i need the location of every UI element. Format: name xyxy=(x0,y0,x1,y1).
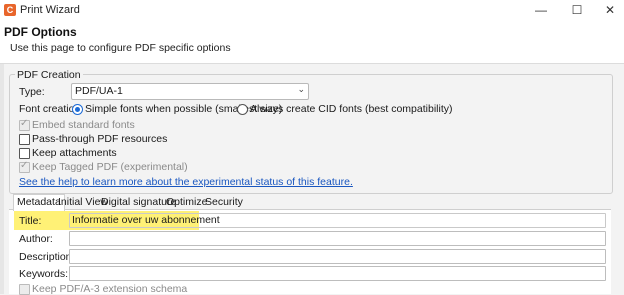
type-select-value: PDF/UA-1 xyxy=(75,85,123,97)
tabs-divider xyxy=(9,209,611,210)
title-label: Title: xyxy=(19,215,42,227)
page-header: PDF Options Use this page to configure P… xyxy=(0,20,624,64)
help-link[interactable]: See the help to learn more about the exp… xyxy=(19,176,353,188)
keep-tagged-pdf-label: Keep Tagged PDF (experimental) xyxy=(32,161,188,173)
app-icon: C xyxy=(4,4,16,16)
checkbox-keep-extension-schema xyxy=(19,284,30,295)
description-label: Description: xyxy=(19,251,75,263)
checkbox-embed-standard-fonts xyxy=(19,118,30,131)
radio-simple-fonts[interactable] xyxy=(72,104,83,115)
maximize-icon[interactable]: ☐ xyxy=(568,2,586,18)
left-divider xyxy=(0,64,4,294)
keep-extension-schema-label: Keep PDF/A-3 extension schema xyxy=(32,283,188,295)
keywords-field[interactable] xyxy=(69,266,606,281)
embed-standard-fonts-label: Embed standard fonts xyxy=(32,119,135,131)
checkbox-keep-attachments[interactable] xyxy=(19,148,30,159)
type-label: Type: xyxy=(19,86,45,98)
keep-attachments-label[interactable]: Keep attachments xyxy=(32,147,117,159)
radio-cid-fonts-label[interactable]: Always create CID fonts (best compatibil… xyxy=(250,103,452,115)
title-field-value: Informatie over uw abonnement xyxy=(72,214,220,226)
minimize-icon[interactable]: — xyxy=(532,2,550,18)
title-bar: C Print Wizard — ☐ ✕ xyxy=(0,0,624,20)
author-field[interactable] xyxy=(69,231,606,246)
title-field[interactable]: Informatie over uw abonnement xyxy=(69,213,606,228)
page-description: Use this page to configure PDF specific … xyxy=(10,42,231,54)
keywords-label: Keywords: xyxy=(19,268,69,280)
checkbox-keep-tagged-pdf xyxy=(19,160,30,173)
window-title: Print Wizard xyxy=(20,4,80,16)
description-field[interactable] xyxy=(69,249,606,264)
type-select[interactable]: PDF/UA-1 ⌄ xyxy=(71,83,309,100)
radio-cid-fonts[interactable] xyxy=(237,104,248,115)
pdf-creation-legend: PDF Creation xyxy=(15,69,83,81)
author-label: Author: xyxy=(19,233,53,245)
checkbox-pass-through[interactable] xyxy=(19,134,30,145)
close-icon[interactable]: ✕ xyxy=(601,2,619,18)
pass-through-label[interactable]: Pass-through PDF resources xyxy=(32,133,167,145)
tab-security[interactable]: Security xyxy=(203,196,245,209)
chevron-down-icon[interactable]: ⌄ xyxy=(297,84,305,95)
page-title: PDF Options xyxy=(4,25,77,39)
